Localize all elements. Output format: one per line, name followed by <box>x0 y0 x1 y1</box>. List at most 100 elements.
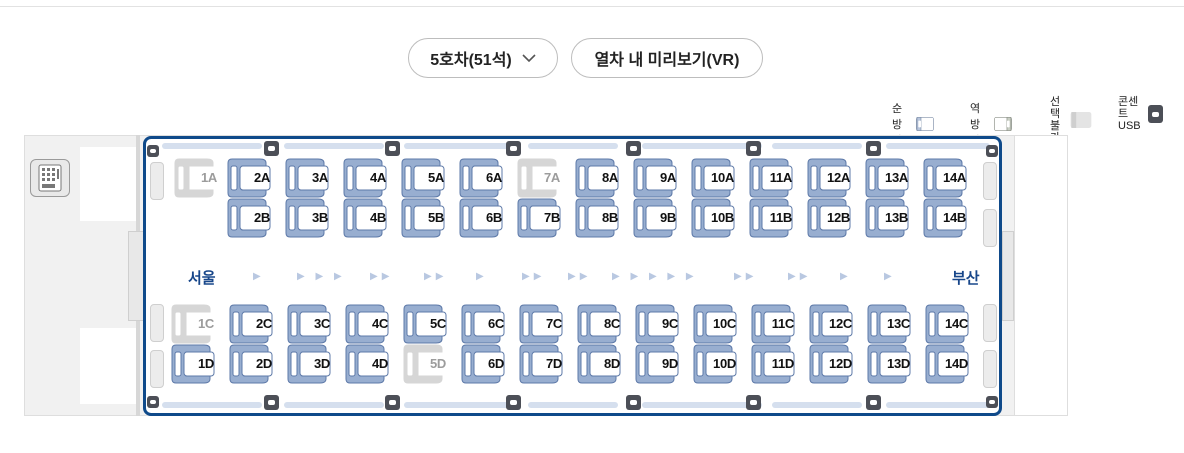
seat-11c[interactable]: 11C <box>750 304 796 344</box>
reverse-seat-icon <box>994 117 1013 131</box>
direction-arrow-icon: ▶ ▶ ▶ ▶ ▶ <box>612 271 698 282</box>
seat-13c[interactable]: 13C <box>866 304 912 344</box>
seat-number: 9A <box>659 170 676 185</box>
seat-number: 8C <box>603 316 620 331</box>
seat-number: 5A <box>427 170 444 185</box>
outlet-icon <box>626 395 641 410</box>
seat-6c[interactable]: 6C <box>460 304 506 344</box>
seat-4d[interactable]: 4D <box>344 344 390 384</box>
seat-3b[interactable]: 3B <box>284 198 330 238</box>
car-select-dropdown[interactable]: 5호차(51석) <box>408 38 558 78</box>
outlet-icon <box>147 396 159 408</box>
chevron-down-icon <box>522 54 536 63</box>
seat-10c[interactable]: 10C <box>692 304 738 344</box>
direction-arrow-icon: ▶ <box>476 271 488 282</box>
seat-9c[interactable]: 9C <box>634 304 680 344</box>
seat-number: 1A <box>200 170 217 185</box>
seat-6d[interactable]: 6D <box>460 344 506 384</box>
seat-14d[interactable]: 14D <box>924 344 970 384</box>
seat-14b[interactable]: 14B <box>922 198 968 238</box>
outlet-icon <box>986 145 998 157</box>
window-wall <box>886 402 990 408</box>
seat-12a[interactable]: 12A <box>806 158 852 198</box>
seat-number: 2D <box>255 356 272 371</box>
seat-number: 10A <box>711 170 734 185</box>
seat-9d[interactable]: 9D <box>634 344 680 384</box>
unavailable-seat-icon <box>1070 112 1092 128</box>
seat-3d[interactable]: 3D <box>286 344 332 384</box>
seat-2a[interactable]: 2A <box>226 158 272 198</box>
seat-14a[interactable]: 14A <box>922 158 968 198</box>
seat-4c[interactable]: 4C <box>344 304 390 344</box>
outlet-icon <box>746 395 761 410</box>
seat-number: 3C <box>313 316 330 331</box>
seat-12b[interactable]: 12B <box>806 198 852 238</box>
outlet-icon <box>866 395 881 410</box>
seat-14c[interactable]: 14C <box>924 304 970 344</box>
seat-6b[interactable]: 6B <box>458 198 504 238</box>
seat-number: 11B <box>769 210 793 225</box>
outlet-icon <box>866 141 881 156</box>
seat-7c[interactable]: 7C <box>518 304 564 344</box>
direction-arrow-icon: ▶ <box>840 271 852 282</box>
seat-13a[interactable]: 13A <box>864 158 910 198</box>
seat-number: 9C <box>661 316 678 331</box>
window-wall <box>284 143 384 149</box>
seat-13d[interactable]: 13D <box>866 344 912 384</box>
seat-2c[interactable]: 2C <box>228 304 274 344</box>
vestibule-bottom <box>80 328 136 404</box>
seat-8c[interactable]: 8C <box>576 304 622 344</box>
window-wall <box>162 402 262 408</box>
seat-7b[interactable]: 7B <box>516 198 562 238</box>
direction-arrow-icon: ▶▶ <box>734 271 758 282</box>
seat-11d[interactable]: 11D <box>750 344 796 384</box>
legend-outlet-line1: 콘센트 <box>1118 96 1139 120</box>
top-divider <box>0 6 1184 7</box>
seat-10b[interactable]: 10B <box>690 198 736 238</box>
vr-preview-button[interactable]: 열차 내 미리보기(VR) <box>571 38 763 78</box>
seat-number: 1C <box>197 316 214 331</box>
seat-10d[interactable]: 10D <box>692 344 738 384</box>
seat-4a[interactable]: 4A <box>342 158 388 198</box>
seat-1d[interactable]: 1D <box>170 344 216 384</box>
seat-7d[interactable]: 7D <box>518 344 564 384</box>
seat-10a[interactable]: 10A <box>690 158 736 198</box>
outlet-icon <box>626 141 641 156</box>
seat-3a[interactable]: 3A <box>284 158 330 198</box>
seat-number: 5C <box>429 316 446 331</box>
direction-arrow-icon: ▶▶ <box>424 271 448 282</box>
legend-outlet: 콘센트 USB <box>1118 96 1163 132</box>
seat-5b[interactable]: 5B <box>400 198 446 238</box>
seat-13b[interactable]: 13B <box>864 198 910 238</box>
seat-number: 7D <box>545 356 562 371</box>
seat-12d[interactable]: 12D <box>808 344 854 384</box>
seat-number: 2B <box>253 210 270 225</box>
seat-12c[interactable]: 12C <box>808 304 854 344</box>
seat-8b[interactable]: 8B <box>574 198 620 238</box>
seat-11a[interactable]: 11A <box>748 158 794 198</box>
seat-11b[interactable]: 11B <box>748 198 794 238</box>
seat-3c[interactable]: 3C <box>286 304 332 344</box>
seat-8d[interactable]: 8D <box>576 344 622 384</box>
seat-9a[interactable]: 9A <box>632 158 678 198</box>
seat-5a[interactable]: 5A <box>400 158 446 198</box>
origin-station: 서울 <box>188 270 216 287</box>
direction-arrow-icon: ▶▶ <box>788 271 812 282</box>
seat-4b[interactable]: 4B <box>342 198 388 238</box>
seat-5c[interactable]: 5C <box>402 304 448 344</box>
window-wall <box>772 143 862 149</box>
seat-9b[interactable]: 9B <box>632 198 678 238</box>
seat-number: 10D <box>713 356 736 371</box>
seat-number: 4A <box>369 170 386 185</box>
seat-number: 11D <box>771 356 795 371</box>
seat-number: 13D <box>887 356 910 371</box>
seat-number: 12D <box>829 356 852 371</box>
seat-number: 14B <box>943 210 966 225</box>
seat-2d[interactable]: 2D <box>228 344 274 384</box>
outlet-icon <box>986 396 998 408</box>
seat-8a[interactable]: 8A <box>574 158 620 198</box>
seat-2b[interactable]: 2B <box>226 198 272 238</box>
window-wall <box>284 402 384 408</box>
vr-preview-label: 열차 내 미리보기(VR) <box>594 52 740 69</box>
seat-6a[interactable]: 6A <box>458 158 504 198</box>
